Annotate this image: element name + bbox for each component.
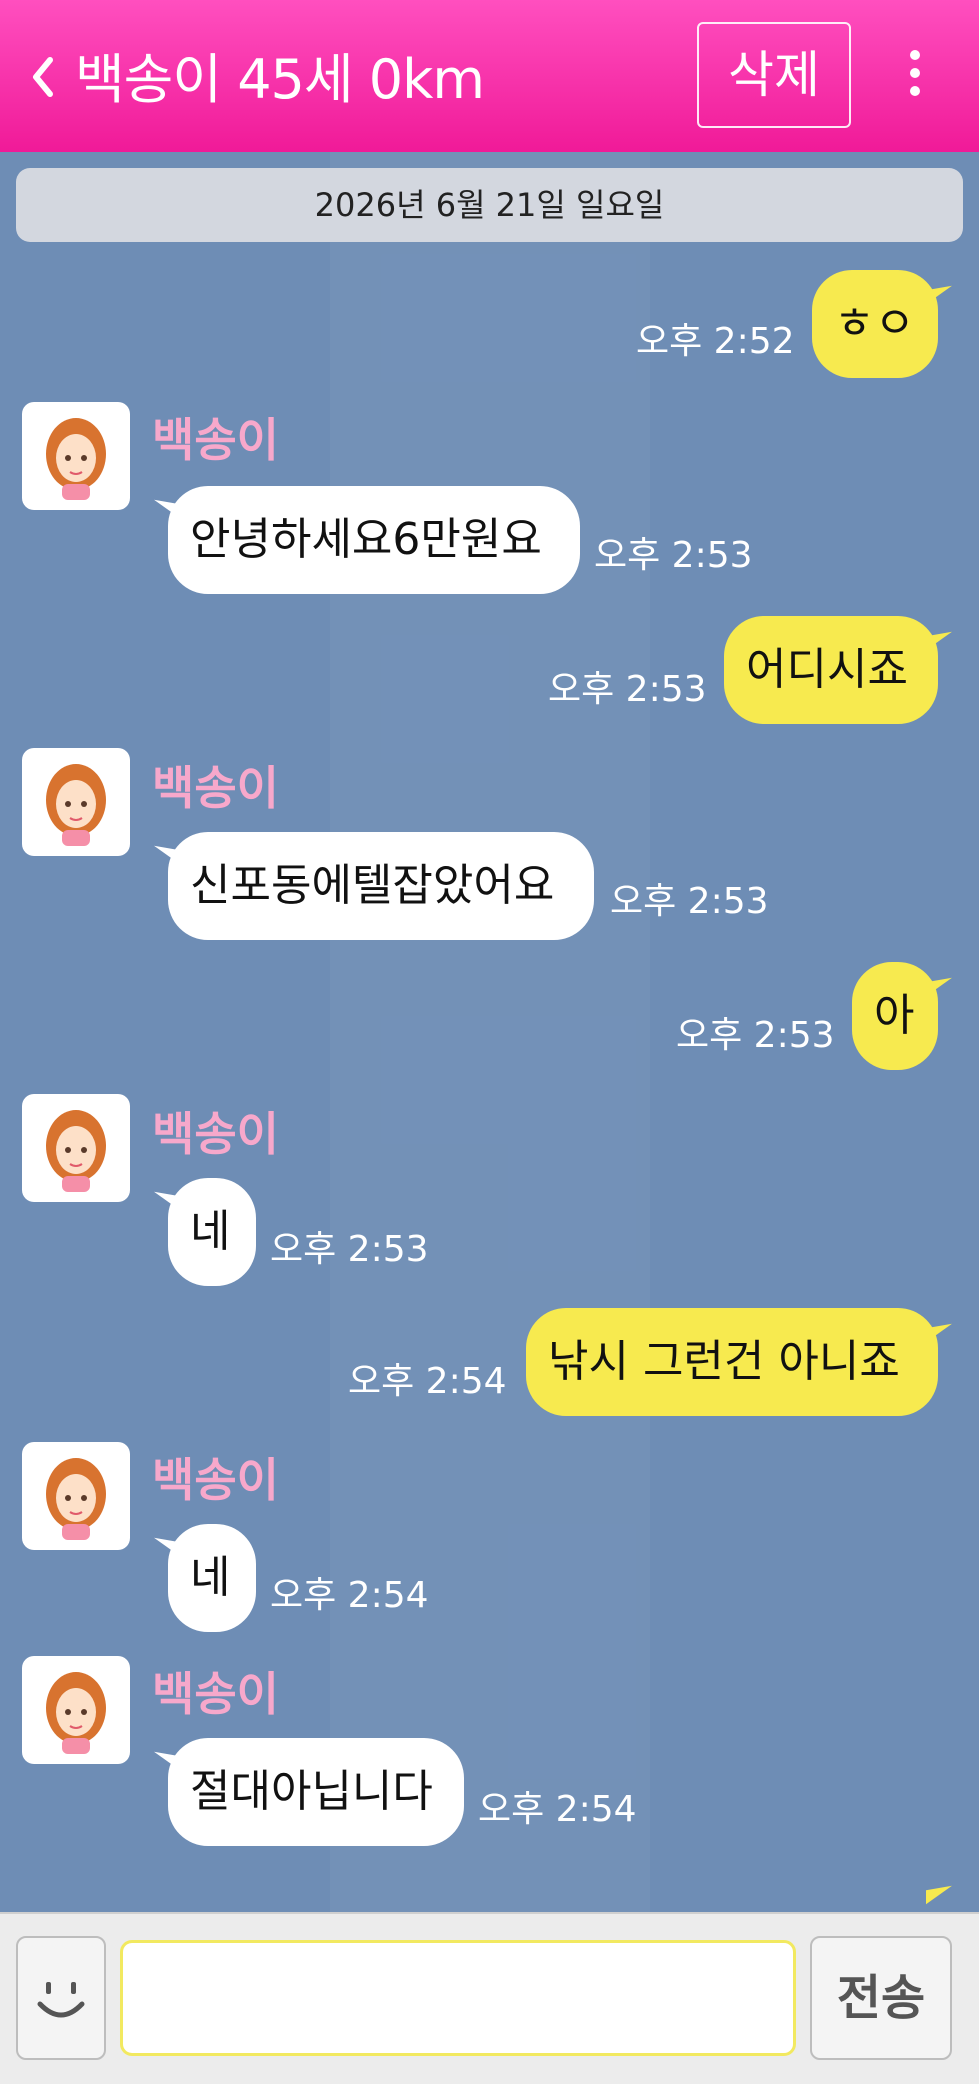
my-message-bubble[interactable]: 아	[852, 962, 938, 1070]
date-divider: 2026년 6월 21일 일요일	[16, 168, 963, 242]
their-message-bubble[interactable]: 절대아닙니다	[168, 1738, 464, 1846]
emoji-button[interactable]	[16, 1936, 106, 2060]
avatar[interactable]	[22, 1656, 130, 1764]
message-time: 오후 2:53	[594, 535, 753, 576]
avatar[interactable]	[22, 1094, 130, 1202]
sender-name: 백송이	[152, 413, 279, 467]
their-message-bubble[interactable]: 신포동에텔잡았어요	[168, 832, 594, 940]
chat-area[interactable]: 2026년 6월 21일 일요일 오후 2:52 ㅎㅇ 백송이 안녕하세요6만원…	[0, 152, 979, 1912]
avatar[interactable]	[22, 748, 130, 856]
message-time: 오후 2:53	[610, 881, 769, 922]
sender-name: 백송이	[152, 1107, 279, 1161]
message-input[interactable]	[120, 1940, 796, 2056]
avatar[interactable]	[22, 1442, 130, 1550]
their-message-bubble[interactable]: 네	[168, 1178, 256, 1286]
message-time: 오후 2:54	[348, 1361, 507, 1402]
my-message-bubble[interactable]: 어디시죠	[724, 616, 938, 724]
chat-title[interactable]: 백송이 45세 0km	[75, 48, 485, 112]
message-time: 오후 2:52	[636, 321, 795, 362]
their-message-bubble[interactable]: 네	[168, 1524, 256, 1632]
sender-name: 백송이	[152, 1453, 279, 1507]
chevron-left-icon[interactable]	[26, 52, 60, 102]
chat-header: 백송이 45세 0km 삭제	[0, 0, 979, 152]
sender-name: 백송이	[152, 761, 279, 815]
message-time: 오후 2:53	[676, 1015, 835, 1056]
more-vertical-icon[interactable]	[906, 50, 924, 100]
my-message-bubble[interactable]: 낚시 그런건 아니죠	[526, 1308, 938, 1416]
sender-name: 백송이	[152, 1667, 279, 1721]
message-time: 오후 2:54	[270, 1575, 429, 1616]
message-time: 오후 2:53	[270, 1229, 429, 1270]
send-button[interactable]: 전송	[810, 1936, 952, 2060]
their-message-bubble[interactable]: 안녕하세요6만원요	[168, 486, 580, 594]
my-message-bubble[interactable]: ㅎㅇ	[812, 270, 938, 378]
message-time: 오후 2:53	[548, 669, 707, 710]
message-time: 오후 2:54	[478, 1789, 637, 1830]
delete-button[interactable]: 삭제	[697, 22, 851, 128]
smiley-icon	[37, 1982, 85, 2018]
message-input-bar: 전송	[0, 1912, 979, 2084]
avatar[interactable]	[22, 402, 130, 510]
